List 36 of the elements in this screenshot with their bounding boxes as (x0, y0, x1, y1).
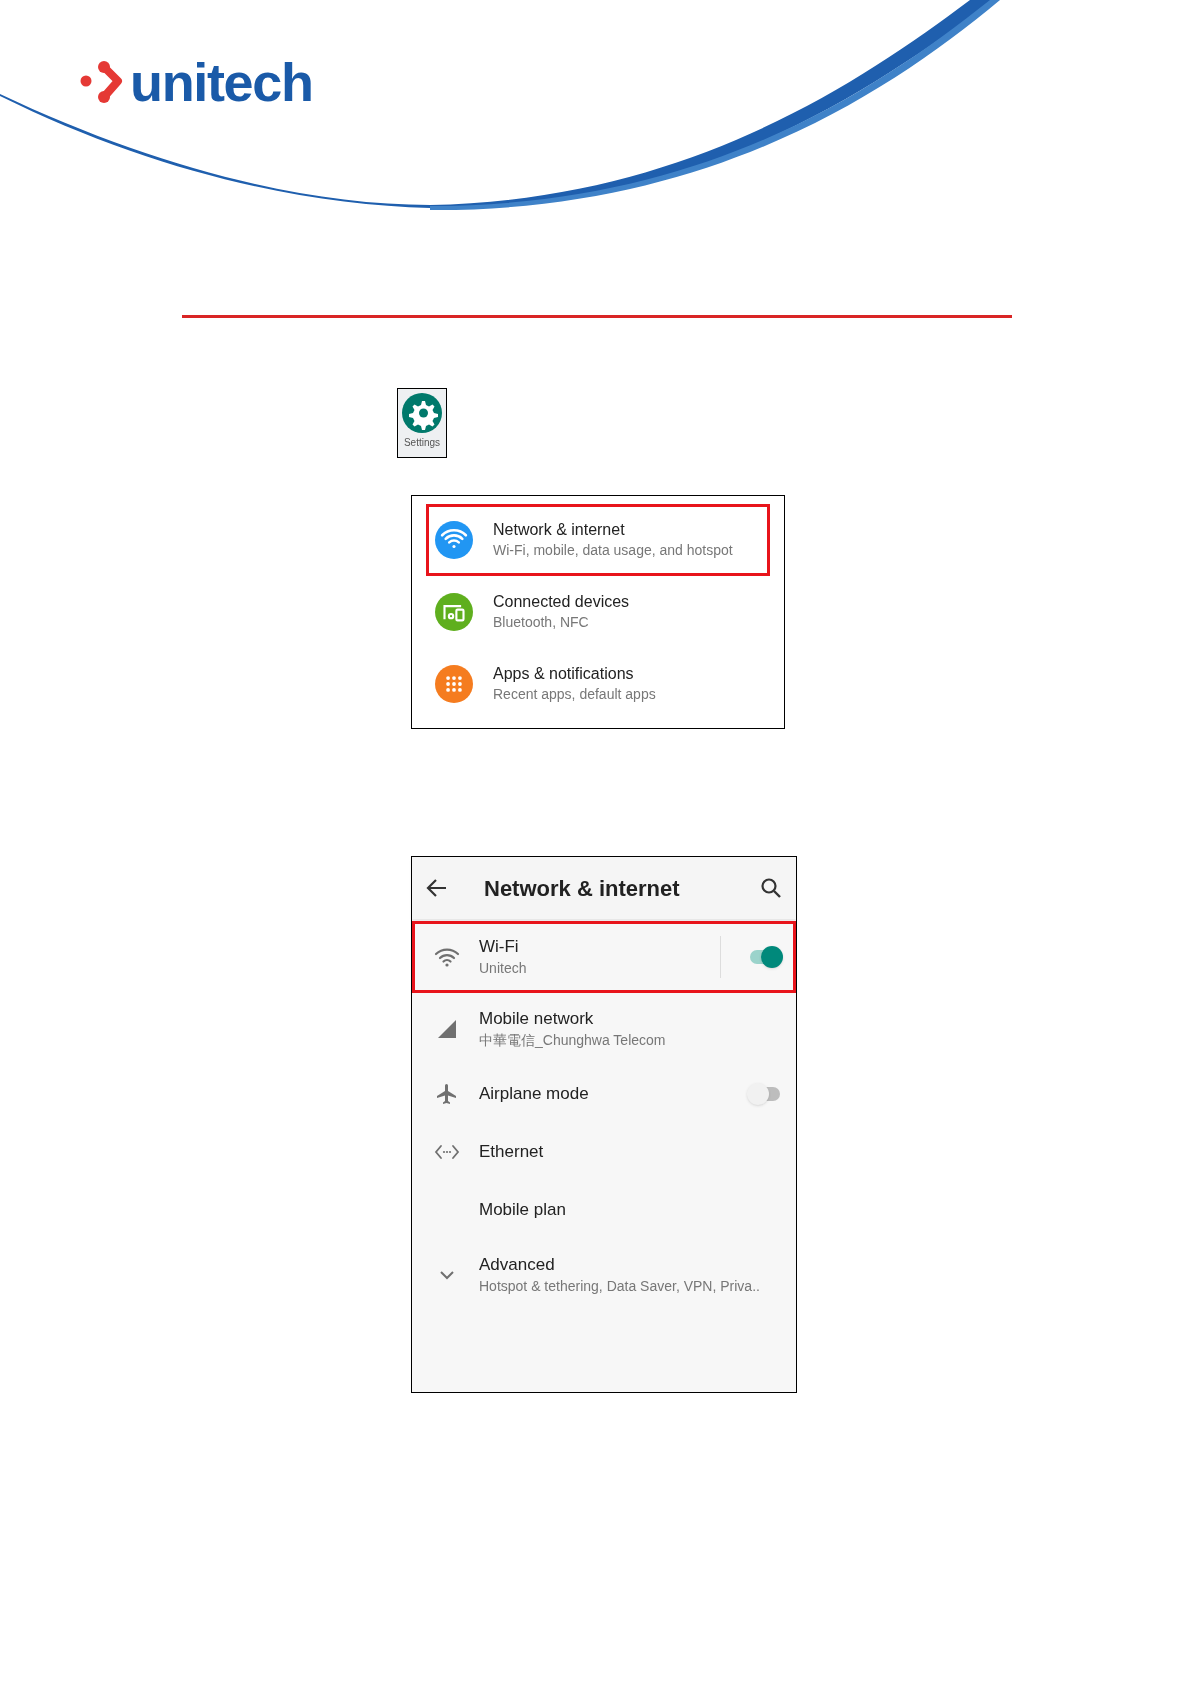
item-title: Network & internet (493, 520, 626, 541)
network-item[interactable]: Wi-Fi Unitech (412, 921, 796, 993)
ethernet-icon (434, 1144, 460, 1160)
item-title: Apps & notifications (493, 664, 635, 685)
app-label: Settings (403, 438, 441, 448)
network-item[interactable]: Mobile network 中華電信_Chunghwa Telecom (412, 993, 796, 1065)
logo-wordmark: unitech (130, 55, 313, 109)
item-title: Mobile network (479, 1008, 595, 1030)
search-icon[interactable] (760, 877, 782, 899)
item-subtitle: Hotspot & tethering, Data Saver, VPN, Priva.. (479, 1278, 761, 1296)
network-item[interactable]: Ethernet (412, 1123, 796, 1181)
item-subtitle: Wi-Fi, mobile, data usage, and hotspot (493, 542, 733, 560)
screen-title: Network & internet (484, 874, 680, 903)
item-title: Ethernet (479, 1141, 545, 1163)
item-subtitle: 中華電信_Chunghwa Telecom (479, 1032, 667, 1050)
item-title: Connected devices (493, 592, 630, 613)
settings-item[interactable]: Apps & notifications Recent apps, default apps (426, 648, 770, 720)
settings-icon[interactable] (401, 392, 443, 434)
item-subtitle: Unitech (479, 960, 528, 978)
item-subtitle: Recent apps, default apps (493, 686, 656, 704)
item-title: Airplane mode (479, 1083, 590, 1105)
network-item[interactable]: Mobile plan (412, 1181, 796, 1239)
logo-mark-icon (80, 59, 124, 105)
settings-item[interactable]: Network & internet Wi-Fi, mobile, data usage, and hotspot (426, 504, 770, 576)
item-title: Advanced (479, 1254, 556, 1276)
network-item[interactable]: Airplane mode (412, 1065, 796, 1123)
wifi-icon (434, 947, 460, 967)
signal-icon (436, 1018, 458, 1040)
item-title: Wi-Fi (479, 936, 520, 958)
item-title: Mobile plan (479, 1199, 567, 1221)
network-item[interactable]: Advanced Hotspot & tethering, Data Saver, VPN, Priva.. (412, 1239, 796, 1311)
item-subtitle: Bluetooth, NFC (493, 614, 590, 632)
back-arrow-icon[interactable] (426, 878, 448, 898)
settings-item[interactable]: Connected devices Bluetooth, NFC (426, 576, 770, 648)
airplane-icon (435, 1082, 459, 1106)
chevron-down-icon (438, 1269, 456, 1281)
